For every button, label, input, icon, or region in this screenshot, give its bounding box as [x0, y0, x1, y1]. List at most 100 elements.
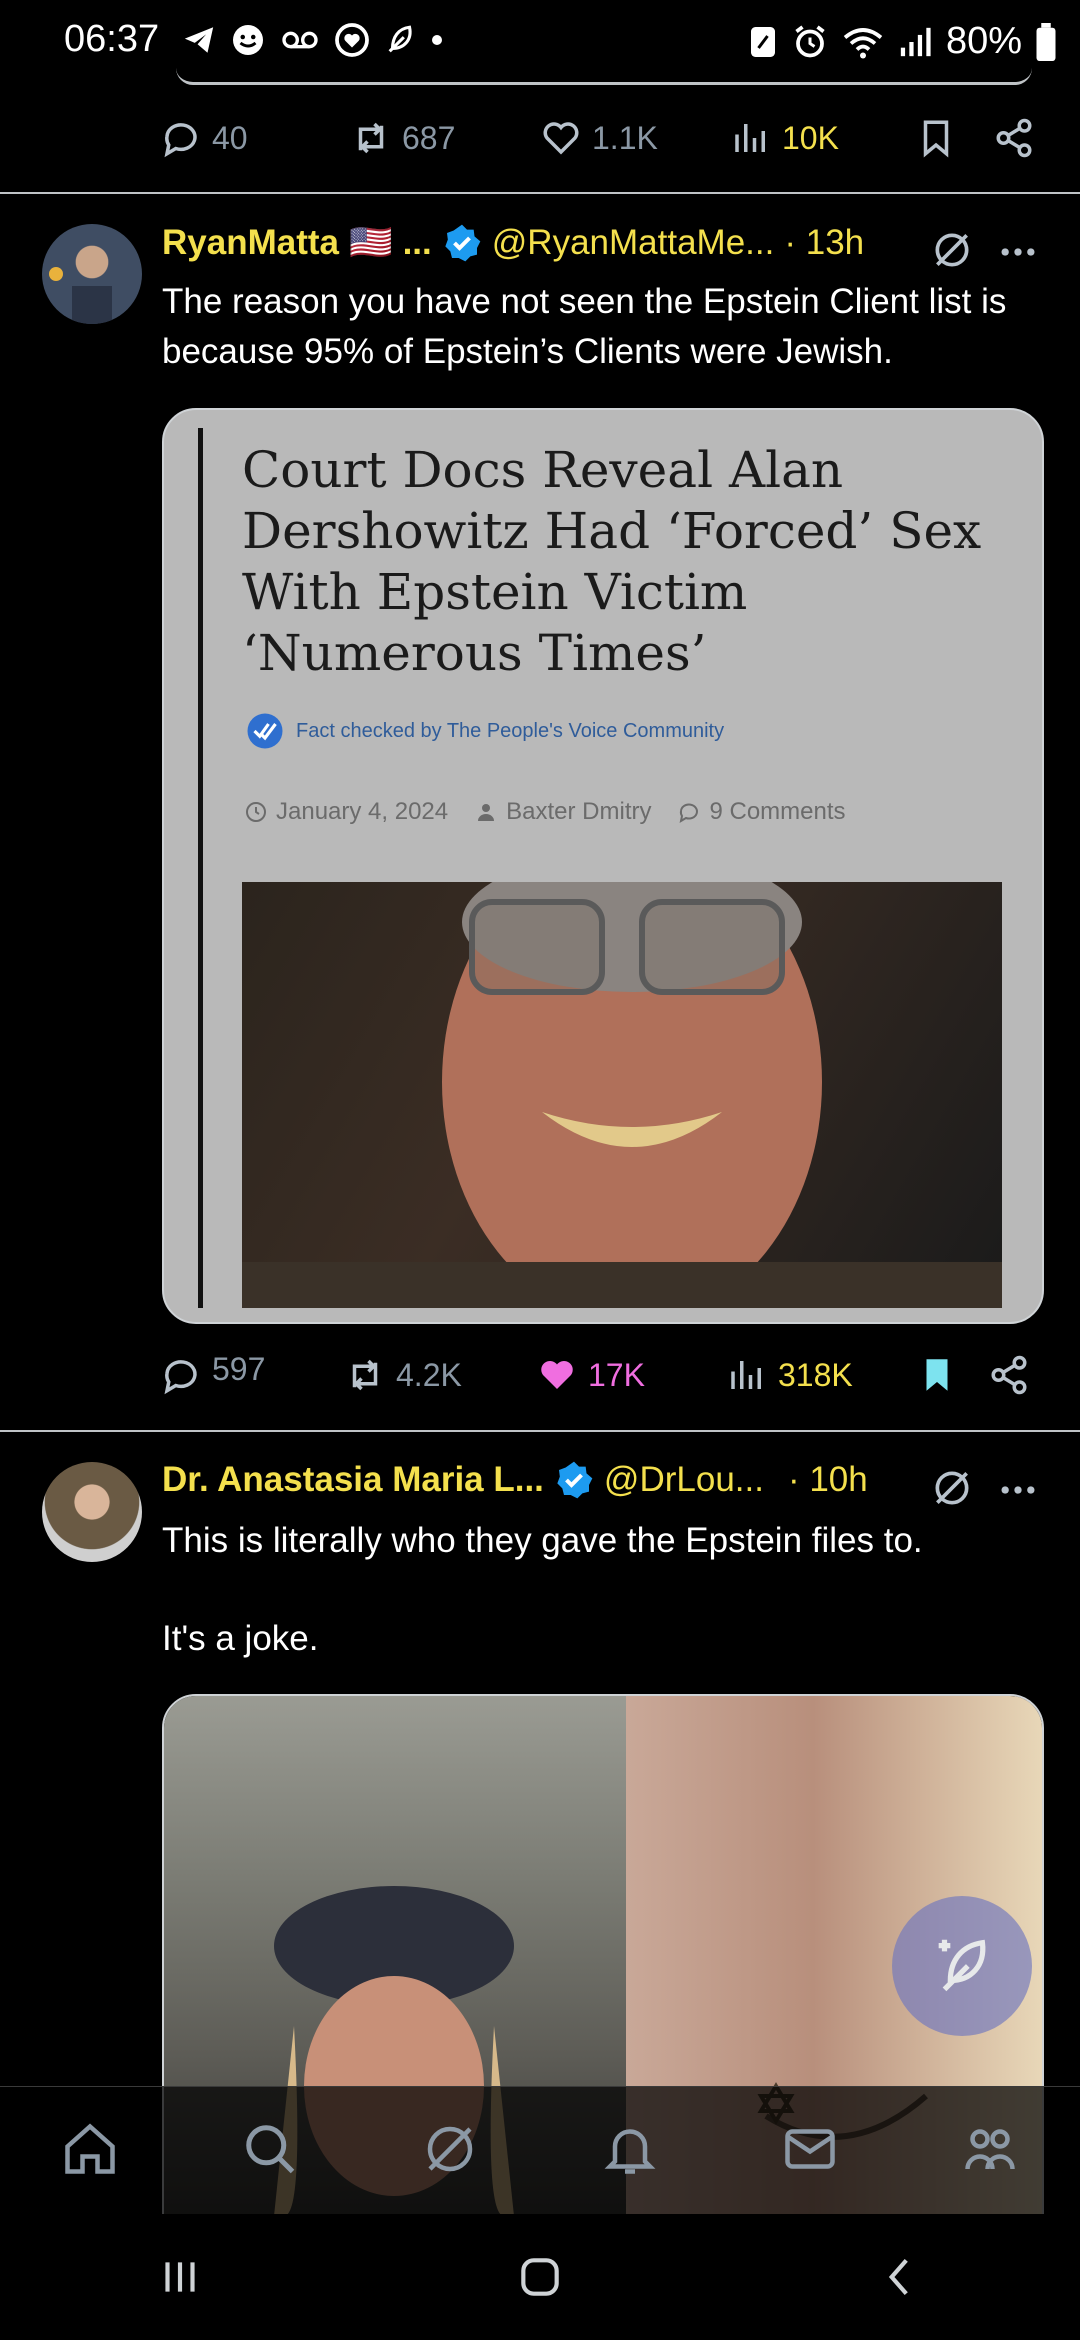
author-handle[interactable]: @DrLou...: [604, 1460, 764, 1500]
heart-filled-icon: [541, 1361, 573, 1389]
signal-icon: [900, 27, 931, 56]
status-bar: 06:37 80%: [0, 0, 1080, 72]
repost-button[interactable]: 4.2K: [344, 1354, 536, 1396]
status-time: 06:37: [64, 18, 160, 60]
more-notifications-dot: [432, 35, 442, 45]
alarm-icon: [795, 25, 825, 57]
heart-icon: [543, 122, 579, 155]
avatar[interactable]: [42, 1462, 142, 1562]
verified-badge-icon: [445, 224, 481, 261]
repost-count: 4.2K: [396, 1356, 462, 1393]
grok-icon: [427, 2126, 473, 2171]
reply-button[interactable]: 40: [160, 117, 350, 159]
tweet-time[interactable]: · 10h: [788, 1460, 868, 1500]
nav-communities[interactable]: [960, 2119, 1020, 2184]
article-author: Baxter Dmitry: [474, 798, 651, 826]
battery-icon: [1036, 22, 1056, 61]
share-icon[interactable]: [993, 117, 1035, 159]
home-button-icon[interactable]: [515, 2252, 565, 2302]
tweet-text-line2: It's a joke.: [162, 1619, 319, 1658]
nav-search[interactable]: [240, 2119, 300, 2184]
name-ellipsis: ...: [402, 222, 432, 262]
tweet-time[interactable]: · 13h: [784, 223, 864, 263]
views-button[interactable]: 318K: [726, 1354, 916, 1396]
tweet-header: RyanMatta 🇺🇸 ... @RyanMattaMe... · 13h: [162, 222, 864, 263]
bell-icon: [604, 2128, 656, 2174]
notification-icons: [182, 22, 442, 58]
share-icon[interactable]: [988, 1354, 1030, 1396]
views-count: 10K: [782, 119, 839, 156]
portrait-photo: [242, 882, 1002, 1308]
reply-icon: [164, 123, 197, 158]
nav-grok[interactable]: [420, 2119, 480, 2184]
article-byline: January 4, 2024 Baxter Dmitry 9 Comments: [244, 798, 846, 826]
previous-tweet-actions: 40 687 1.1K 10K: [160, 108, 1040, 168]
wifi-icon: [843, 27, 883, 58]
system-icons: 80%: [748, 20, 1056, 63]
grok-icon[interactable]: [930, 1466, 974, 1510]
system-navigation-bar: [0, 2214, 1080, 2340]
back-icon[interactable]: [875, 2252, 925, 2302]
nav-messages[interactable]: [780, 2119, 840, 2184]
smiley-icon: [233, 25, 263, 55]
previous-media-edge: [176, 68, 1032, 85]
repost-count: 687: [402, 119, 456, 156]
author-name[interactable]: RyanMatta: [162, 223, 339, 263]
user-icon: [478, 804, 495, 821]
mail-icon: [785, 2128, 835, 2169]
fact-check-row: Fact checked by The People's Voice Commu…: [244, 710, 724, 752]
compose-post-button[interactable]: [892, 1896, 1032, 2036]
verified-badge-icon: [557, 1461, 593, 1499]
views-button[interactable]: 10K: [730, 117, 915, 159]
repost-icon: [358, 122, 384, 154]
repost-icon: [352, 1359, 378, 1391]
nav-home[interactable]: [60, 2119, 120, 2184]
repost-button[interactable]: 687: [350, 117, 540, 159]
more-options-icon[interactable]: [996, 230, 1040, 274]
feather-icon: [388, 25, 412, 53]
clock-icon: [246, 802, 266, 822]
fact-check-icon: [247, 713, 283, 749]
like-button[interactable]: 17K: [536, 1354, 726, 1396]
tweet-divider: [0, 1430, 1080, 1432]
avatar[interactable]: [42, 224, 142, 324]
tweet-divider: [0, 192, 1080, 194]
author-name[interactable]: Dr. Anastasia Maria L...: [162, 1460, 544, 1500]
more-options-icon[interactable]: [996, 1468, 1040, 1512]
us-flag: 🇺🇸: [348, 223, 393, 262]
avatar-portrait: [49, 267, 112, 324]
grok-icon[interactable]: [930, 228, 974, 272]
nav-notifications[interactable]: [600, 2119, 660, 2184]
bottom-navigation: [0, 2086, 1080, 2215]
nfc-icon: [750, 26, 775, 57]
like-count: 17K: [588, 1356, 645, 1393]
reply-icon: [164, 1360, 197, 1395]
voicemail-icon: [282, 31, 318, 49]
search-icon: [246, 2124, 295, 2173]
communities-icon: [965, 2128, 1015, 2169]
like-count: 1.1K: [592, 119, 658, 156]
like-button[interactable]: 1.1K: [540, 117, 730, 159]
views-count: 318K: [778, 1356, 853, 1393]
reply-button[interactable]: 597: [160, 1351, 344, 1396]
article-headline: Court Docs Reveal Alan Dershowitz Had ‘F…: [242, 441, 982, 682]
bookmark-filled-icon[interactable]: [916, 1354, 958, 1396]
tweet-text: This is literally who they gave the Epst…: [162, 1521, 923, 1560]
article-left-rule: [198, 428, 203, 1308]
tweet-text: The reason you have not seen the Epstein…: [162, 282, 1007, 371]
fact-check-text: Fact checked by The People's Voice Commu…: [296, 719, 725, 742]
article-date: January 4, 2024: [244, 798, 448, 826]
tweet-header: Dr. Anastasia Maria L... @DrLou... · 10h: [162, 1460, 868, 1500]
comment-icon: [680, 803, 699, 824]
recent-apps-icon[interactable]: [155, 2252, 205, 2302]
article-comments: 9 Comments: [677, 798, 846, 826]
article-photo: [242, 882, 1002, 1308]
bookmark-icon[interactable]: [915, 117, 957, 159]
tweet-media-card[interactable]: Court Docs Reveal Alan Dershowitz Had ‘F…: [162, 408, 1044, 1324]
analytics-icon: [731, 1361, 761, 1389]
tweet-actions: 597 4.2K 17K 318K: [160, 1345, 1040, 1405]
analytics-icon: [735, 124, 765, 152]
author-handle[interactable]: @RyanMattaMe...: [492, 223, 775, 263]
article-author-text: Baxter Dmitry: [506, 798, 652, 825]
home-icon: [65, 2122, 115, 2174]
